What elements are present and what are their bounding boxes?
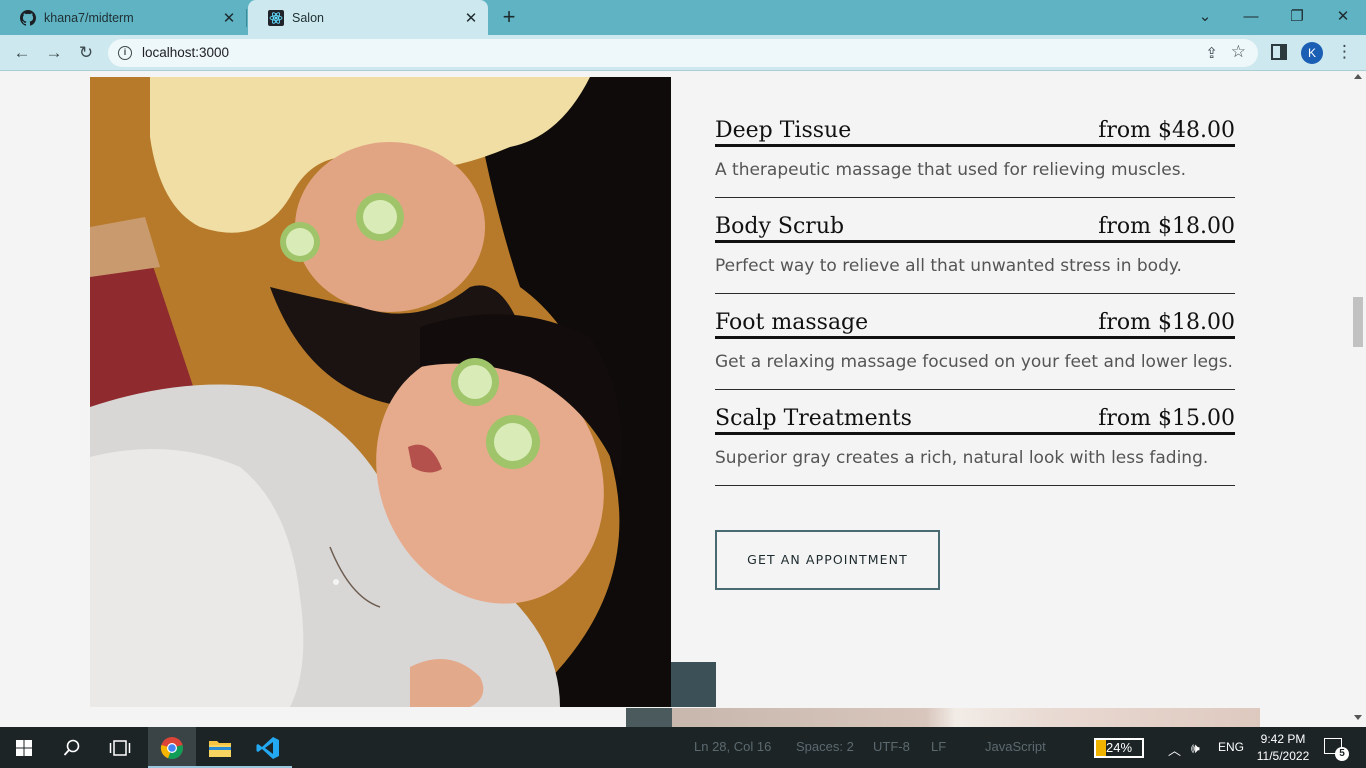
vscode-eol: LF (931, 739, 947, 754)
tab-search-icon[interactable]: ⌄ (1182, 0, 1228, 32)
browser-toolbar: ← → ↻ i localhost:3000 ⇪ ☆ K ⋮ (0, 35, 1366, 71)
menu-icon[interactable]: ⋮ (1336, 42, 1353, 62)
notification-count-badge: 5 (1335, 747, 1349, 761)
address-bar[interactable]: i localhost:3000 ⇪ ☆ (108, 39, 1258, 67)
service-name: Body Scrub (715, 214, 845, 239)
start-button[interactable] (0, 727, 48, 768)
reload-button[interactable]: ↻ (73, 40, 99, 66)
scroll-thumb[interactable] (1353, 297, 1363, 347)
input-language[interactable]: ENG (1218, 740, 1244, 754)
share-icon[interactable]: ⇪ (1205, 44, 1218, 62)
side-panel-icon[interactable] (1271, 44, 1287, 60)
service-description: Get a relaxing massage focused on your f… (715, 352, 1233, 372)
get-appointment-button[interactable]: GET AN APPOINTMENT (715, 530, 940, 590)
task-view-button[interactable] (96, 727, 144, 768)
service-name: Foot massage (715, 310, 869, 335)
vscode-encoding: UTF-8 (873, 739, 910, 754)
close-window-button[interactable]: ✕ (1320, 0, 1366, 32)
service-price: from $18.00 (1098, 310, 1235, 335)
back-button[interactable]: ← (9, 40, 35, 66)
url-text: localhost:3000 (142, 45, 230, 60)
restore-button[interactable]: ❐ (1274, 0, 1320, 32)
system-clock[interactable]: 9:42 PM 11/5/2022 (1256, 731, 1310, 765)
volume-icon[interactable]: 🕪 (1191, 740, 1200, 757)
react-icon (268, 9, 284, 26)
vscode-indentation: Spaces: 2 (796, 739, 854, 754)
service-name: Scalp Treatments (715, 406, 912, 431)
windows-taskbar: Ln 28, Col 16 Spaces: 2 UTF-8 LF JavaScr… (0, 727, 1366, 768)
search-icon (63, 739, 80, 756)
service-description: Perfect way to relieve all that unwanted… (715, 256, 1182, 276)
scroll-up-arrow-icon[interactable] (1354, 74, 1362, 79)
taskbar-file-explorer[interactable] (196, 727, 244, 768)
divider (715, 197, 1235, 198)
spa-photo-illustration (90, 77, 671, 707)
browser-tab-strip: khana7/midterm ✕ Salon ✕ + ⌄ — ❐ ✕ (0, 0, 1366, 35)
profile-avatar[interactable]: K (1301, 42, 1323, 64)
close-tab-icon[interactable]: ✕ (220, 9, 238, 27)
service-price: from $15.00 (1098, 406, 1235, 431)
service-item: Body Scrub from $18.00 Perfect way to re… (715, 208, 1235, 304)
service-header: Scalp Treatments from $15.00 (715, 403, 1235, 435)
divider (715, 293, 1235, 294)
close-tab-icon[interactable]: ✕ (462, 9, 480, 27)
page-viewport: Deep Tissue from $48.00 A therapeutic ma… (0, 72, 1366, 727)
taskbar-chrome[interactable] (148, 727, 196, 768)
tab-separator (246, 9, 247, 27)
vscode-icon (256, 736, 279, 759)
show-hidden-icons-icon[interactable]: ︿ (1168, 740, 1181, 759)
folder-icon (209, 740, 231, 757)
scroll-down-arrow-icon[interactable] (1354, 715, 1362, 720)
service-description: A therapeutic massage that used for reli… (715, 160, 1186, 180)
tab-salon[interactable]: Salon ✕ (248, 0, 488, 35)
service-item: Deep Tissue from $48.00 A therapeutic ma… (715, 112, 1235, 208)
divider (715, 485, 1235, 486)
github-icon (20, 9, 36, 26)
task-view-icon (109, 739, 131, 756)
tab-github[interactable]: khana7/midterm ✕ (0, 0, 246, 35)
vscode-language: JavaScript (985, 739, 1046, 754)
services-list: Deep Tissue from $48.00 A therapeutic ma… (715, 112, 1235, 496)
tab-title: khana7/midterm (44, 10, 134, 25)
site-info-icon[interactable]: i (118, 46, 132, 60)
taskbar-vscode[interactable] (244, 727, 292, 768)
clock-time: 9:42 PM (1260, 732, 1306, 746)
minimize-button[interactable]: — (1228, 0, 1274, 32)
forward-button[interactable]: → (41, 40, 67, 66)
vscode-cursor-position: Ln 28, Col 16 (694, 739, 772, 754)
service-header: Foot massage from $18.00 (715, 307, 1235, 339)
service-item: Foot massage from $18.00 Get a relaxing … (715, 304, 1235, 400)
bookmark-star-icon[interactable]: ☆ (1231, 42, 1246, 62)
service-price: from $48.00 (1098, 118, 1235, 143)
search-button[interactable] (48, 727, 96, 768)
page-scrollbar[interactable] (1350, 72, 1366, 727)
service-header: Deep Tissue from $48.00 (715, 115, 1235, 147)
divider (715, 389, 1235, 390)
service-header: Body Scrub from $18.00 (715, 211, 1235, 243)
battery-indicator[interactable]: 24% (1094, 738, 1144, 758)
service-name: Deep Tissue (715, 118, 852, 143)
service-description: Superior gray creates a rich, natural lo… (715, 448, 1209, 468)
decorative-accent-block (671, 662, 716, 707)
battery-percent: 24% (1105, 740, 1133, 755)
next-section-photo (626, 708, 1260, 727)
spa-photo (90, 77, 671, 707)
service-item: Scalp Treatments from $15.00 Superior gr… (715, 400, 1235, 496)
tab-title: Salon (292, 10, 324, 25)
service-price: from $18.00 (1098, 214, 1235, 239)
new-tab-button[interactable]: + (498, 6, 520, 28)
windows-logo-icon (16, 739, 32, 756)
chrome-icon (160, 736, 183, 759)
clock-date: 11/5/2022 (1256, 749, 1310, 763)
